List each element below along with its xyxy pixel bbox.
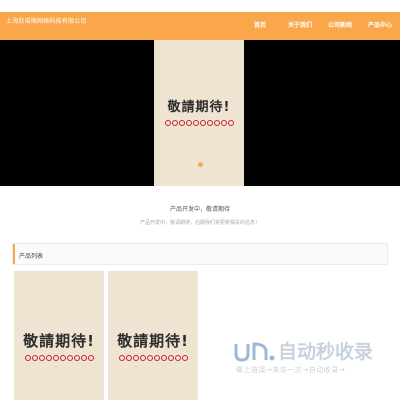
section-title: 产品列表 [19, 253, 44, 260]
product-card[interactable]: 敬請期待! [108, 271, 198, 400]
nav-item-products[interactable]: 产品中心 [360, 22, 400, 30]
watermark-title: 自动秒收录 [278, 341, 374, 363]
product-list-header: 产品列表 [12, 243, 388, 265]
company-name[interactable]: 上海欣诺顺网络科技有限公司 [6, 18, 87, 26]
watermark-subtitle: 做上链接→来访一次→自动收录→ [236, 366, 346, 374]
poster-dots [14, 355, 104, 361]
nav-item-news[interactable]: 公司新闻 [320, 22, 360, 30]
top-header: 上海欣诺顺网络科技有限公司 首页 关于我们 公司新闻 产品中心 [0, 12, 400, 40]
nav-item-home[interactable]: 首页 [246, 22, 274, 30]
poster-text: 敬請期待! [167, 100, 231, 115]
watermark: 自动秒收录 做上链接→来访一次→自动收录→ [232, 340, 392, 390]
product-card[interactable]: 敬請期待! [14, 271, 104, 400]
intro-title: 产品开发中，敬请期待 [169, 206, 230, 213]
nav-item-about[interactable]: 关于我们 [280, 22, 320, 30]
slide-indicator-dot[interactable] [198, 162, 203, 167]
watermark-logo-icon [234, 342, 275, 362]
poster-dots [108, 355, 198, 361]
intro-subtitle: 产品开发中，敬请期待，后期我们将更新相关的信息！ [139, 220, 260, 226]
product-poster-text: 敬請期待! [23, 332, 95, 350]
poster-dots [154, 120, 244, 126]
main-nav: 首页 关于我们 公司新闻 产品中心 [246, 12, 400, 40]
product-poster-text: 敬請期待! [117, 332, 189, 350]
